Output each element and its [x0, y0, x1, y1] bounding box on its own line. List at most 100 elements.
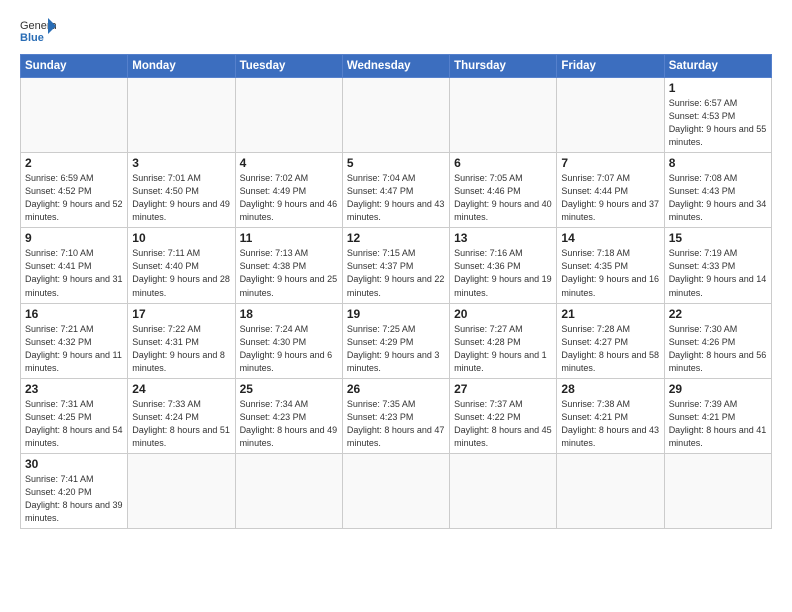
day-cell: 8 Sunrise: 7:08 AM Sunset: 4:43 PM Daylig… [664, 153, 771, 228]
day-number: 30 [25, 457, 123, 471]
day-cell: 28Sunrise: 7:38 AM Sunset: 4:21 PM Dayli… [557, 378, 664, 453]
day-cell [235, 78, 342, 153]
day-cell: 29 Sunrise: 7:39 AM Sunset: 4:21 PM Dayli… [664, 378, 771, 453]
day-info: Sunrise: 7:31 AM Sunset: 4:25 PM Dayligh… [25, 398, 123, 450]
day-cell: 22Sunrise: 7:30 AM Sunset: 4:26 PM Dayli… [664, 303, 771, 378]
week-row-6: 30Sunrise: 7:41 AM Sunset: 4:20 PM Dayli… [21, 453, 772, 528]
day-number: 28 [561, 382, 659, 396]
day-info: Sunrise: 7:24 AM Sunset: 4:30 PM Dayligh… [240, 323, 338, 375]
day-cell [342, 78, 449, 153]
week-row-1: 1 Sunrise: 6:57 AM Sunset: 4:53 PM Daylig… [21, 78, 772, 153]
day-cell: 30Sunrise: 7:41 AM Sunset: 4:20 PM Dayli… [21, 453, 128, 528]
day-number: 4 [240, 156, 338, 170]
day-cell: 26Sunrise: 7:35 AM Sunset: 4:23 PM Dayli… [342, 378, 449, 453]
day-cell [557, 453, 664, 528]
day-number: 13 [454, 231, 552, 245]
day-cell: 1 Sunrise: 6:57 AM Sunset: 4:53 PM Daylig… [664, 78, 771, 153]
day-cell: 10Sunrise: 7:11 AM Sunset: 4:40 PM Dayli… [128, 228, 235, 303]
day-number: 25 [240, 382, 338, 396]
day-cell: 20 Sunrise: 7:27 AM Sunset: 4:28 PM Dayli… [450, 303, 557, 378]
day-info: Sunrise: 7:05 AM Sunset: 4:46 PM Dayligh… [454, 172, 552, 224]
weekday-friday: Friday [557, 55, 664, 78]
day-cell [21, 78, 128, 153]
day-number: 16 [25, 307, 123, 321]
day-info: Sunrise: 7:39 AM Sunset: 4:21 PM Dayligh… [669, 398, 767, 450]
day-number: 8 [669, 156, 767, 170]
day-cell: 18 Sunrise: 7:24 AM Sunset: 4:30 PM Dayli… [235, 303, 342, 378]
day-info: Sunrise: 7:02 AM Sunset: 4:49 PM Dayligh… [240, 172, 338, 224]
calendar: SundayMondayTuesdayWednesdayThursdayFrid… [20, 54, 772, 529]
weekday-header-row: SundayMondayTuesdayWednesdayThursdayFrid… [21, 55, 772, 78]
day-number: 20 [454, 307, 552, 321]
day-info: Sunrise: 7:08 AM Sunset: 4:43 PM Dayligh… [669, 172, 767, 224]
day-number: 15 [669, 231, 767, 245]
day-number: 3 [132, 156, 230, 170]
day-cell: 9 Sunrise: 7:10 AM Sunset: 4:41 PM Daylig… [21, 228, 128, 303]
logo: General Blue [20, 16, 56, 44]
day-number: 12 [347, 231, 445, 245]
day-number: 11 [240, 231, 338, 245]
day-number: 29 [669, 382, 767, 396]
day-number: 1 [669, 81, 767, 95]
day-info: Sunrise: 7:15 AM Sunset: 4:37 PM Dayligh… [347, 247, 445, 299]
day-number: 18 [240, 307, 338, 321]
day-cell [450, 78, 557, 153]
generalblue-logo-icon: General Blue [20, 16, 56, 44]
day-cell [450, 453, 557, 528]
day-cell [128, 453, 235, 528]
day-info: Sunrise: 7:04 AM Sunset: 4:47 PM Dayligh… [347, 172, 445, 224]
day-number: 23 [25, 382, 123, 396]
day-cell: 14Sunrise: 7:18 AM Sunset: 4:35 PM Dayli… [557, 228, 664, 303]
day-info: Sunrise: 7:22 AM Sunset: 4:31 PM Dayligh… [132, 323, 230, 375]
day-info: Sunrise: 7:01 AM Sunset: 4:50 PM Dayligh… [132, 172, 230, 224]
day-info: Sunrise: 6:59 AM Sunset: 4:52 PM Dayligh… [25, 172, 123, 224]
weekday-wednesday: Wednesday [342, 55, 449, 78]
day-number: 27 [454, 382, 552, 396]
day-info: Sunrise: 7:21 AM Sunset: 4:32 PM Dayligh… [25, 323, 123, 375]
weekday-tuesday: Tuesday [235, 55, 342, 78]
day-cell: 25 Sunrise: 7:34 AM Sunset: 4:23 PM Dayli… [235, 378, 342, 453]
weekday-thursday: Thursday [450, 55, 557, 78]
day-number: 14 [561, 231, 659, 245]
day-info: Sunrise: 7:13 AM Sunset: 4:38 PM Dayligh… [240, 247, 338, 299]
page: General Blue SundayMondayTuesdayWednesda… [0, 0, 792, 612]
day-cell [235, 453, 342, 528]
day-cell: 7Sunrise: 7:07 AM Sunset: 4:44 PM Daylig… [557, 153, 664, 228]
day-cell: 12 Sunrise: 7:15 AM Sunset: 4:37 PM Dayli… [342, 228, 449, 303]
week-row-5: 23 Sunrise: 7:31 AM Sunset: 4:25 PM Dayli… [21, 378, 772, 453]
day-cell: 17 Sunrise: 7:22 AM Sunset: 4:31 PM Dayli… [128, 303, 235, 378]
day-cell: 2 Sunrise: 6:59 AM Sunset: 4:52 PM Daylig… [21, 153, 128, 228]
day-cell: 21Sunrise: 7:28 AM Sunset: 4:27 PM Dayli… [557, 303, 664, 378]
day-cell: 11 Sunrise: 7:13 AM Sunset: 4:38 PM Dayli… [235, 228, 342, 303]
day-info: Sunrise: 7:33 AM Sunset: 4:24 PM Dayligh… [132, 398, 230, 450]
day-cell [128, 78, 235, 153]
header: General Blue [20, 16, 772, 44]
day-cell: 15Sunrise: 7:19 AM Sunset: 4:33 PM Dayli… [664, 228, 771, 303]
day-number: 24 [132, 382, 230, 396]
day-info: Sunrise: 7:30 AM Sunset: 4:26 PM Dayligh… [669, 323, 767, 375]
day-cell: 23 Sunrise: 7:31 AM Sunset: 4:25 PM Dayli… [21, 378, 128, 453]
day-info: Sunrise: 7:10 AM Sunset: 4:41 PM Dayligh… [25, 247, 123, 299]
day-info: Sunrise: 7:11 AM Sunset: 4:40 PM Dayligh… [132, 247, 230, 299]
day-number: 2 [25, 156, 123, 170]
day-info: Sunrise: 7:35 AM Sunset: 4:23 PM Dayligh… [347, 398, 445, 450]
week-row-2: 2 Sunrise: 6:59 AM Sunset: 4:52 PM Daylig… [21, 153, 772, 228]
day-number: 6 [454, 156, 552, 170]
day-info: Sunrise: 7:27 AM Sunset: 4:28 PM Dayligh… [454, 323, 552, 375]
day-cell: 13 Sunrise: 7:16 AM Sunset: 4:36 PM Dayli… [450, 228, 557, 303]
day-cell [342, 453, 449, 528]
day-cell: 24 Sunrise: 7:33 AM Sunset: 4:24 PM Dayli… [128, 378, 235, 453]
day-number: 5 [347, 156, 445, 170]
weekday-monday: Monday [128, 55, 235, 78]
day-cell: 19Sunrise: 7:25 AM Sunset: 4:29 PM Dayli… [342, 303, 449, 378]
day-number: 17 [132, 307, 230, 321]
day-info: Sunrise: 7:16 AM Sunset: 4:36 PM Dayligh… [454, 247, 552, 299]
weekday-sunday: Sunday [21, 55, 128, 78]
day-cell: 16 Sunrise: 7:21 AM Sunset: 4:32 PM Dayli… [21, 303, 128, 378]
day-info: Sunrise: 7:34 AM Sunset: 4:23 PM Dayligh… [240, 398, 338, 450]
day-cell [664, 453, 771, 528]
day-number: 21 [561, 307, 659, 321]
day-cell: 6 Sunrise: 7:05 AM Sunset: 4:46 PM Daylig… [450, 153, 557, 228]
day-info: Sunrise: 6:57 AM Sunset: 4:53 PM Dayligh… [669, 97, 767, 149]
day-number: 9 [25, 231, 123, 245]
